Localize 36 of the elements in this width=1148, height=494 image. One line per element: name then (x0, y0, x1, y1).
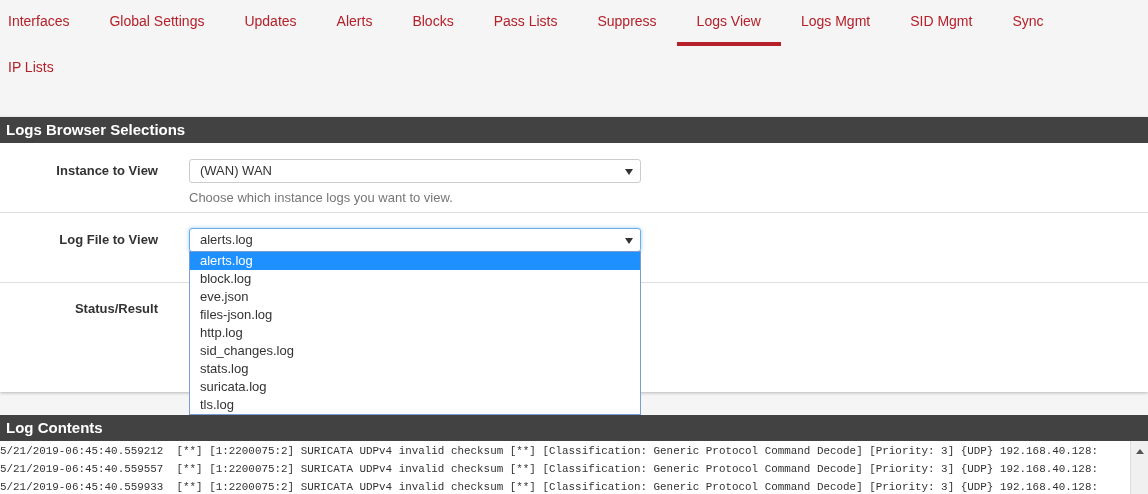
dropdown-option[interactable]: files-json.log (190, 306, 640, 324)
nav-tab[interactable]: Global Settings (89, 0, 225, 46)
scroll-up-icon[interactable] (1135, 449, 1144, 454)
help-text: Choose which instance logs you want to view. (189, 189, 454, 207)
dropdown-option[interactable]: block.log (190, 270, 640, 288)
nav-tab[interactable]: Alerts (316, 0, 393, 46)
log-line: 5/21/2019-06:45:40.559212 [**] [1:2200075:2] SURICATA UDPv4 invalid checksum [**] [Classification: Generic Protocol Command Decode] [Priority: 3] {UDP} 192.168.40.128: (0, 444, 1098, 459)
nav-tab[interactable]: Logs Mgmt (780, 0, 891, 46)
nav-tab[interactable]: Blocks (392, 0, 474, 46)
dropdown-option[interactable]: stats.log (190, 360, 640, 378)
dropdown-option[interactable]: eve.json (190, 288, 640, 306)
dropdown-option[interactable]: http.log (190, 324, 640, 342)
dropdown-option[interactable]: suricata.log (190, 378, 640, 396)
field-label: Instance to View (55, 162, 158, 180)
field-label: Log File to View (58, 231, 158, 249)
dropdown-option[interactable]: sid_changes.log (190, 342, 640, 360)
panel-header: Logs Browser Selections (0, 117, 1148, 143)
field-label: Status/Result (73, 300, 158, 318)
caret-icon (625, 169, 633, 175)
log-line: 5/21/2019-06:45:40.559557 [**] [1:2200075:2] SURICATA UDPv4 invalid checksum [**] [Classification: Generic Protocol Command Decode] [Priority: 3] {UDP} 192.168.40.128: (0, 462, 1098, 477)
log-line: 5/21/2019-06:45:40.559933 [**] [1:2200075:2] SURICATA UDPv4 invalid checksum [**] [Classification: Generic Protocol Command Decode] [Priority: 3] {UDP} 192.168.40.128: (0, 480, 1098, 494)
nav-tab[interactable]: SID Mgmt (890, 0, 993, 46)
nav-tab[interactable]: Suppress (577, 0, 677, 46)
dropdown-option[interactable]: tls.log (190, 396, 640, 414)
panel-header: Log Contents (0, 415, 1148, 441)
dropdown-option[interactable]: alerts.log (190, 252, 640, 270)
nav-tab[interactable]: Updates (224, 0, 317, 46)
nav-tab[interactable]: Sync (992, 0, 1064, 46)
nav-tab[interactable]: Pass Lists (473, 0, 578, 46)
instance-select[interactable]: (WAN) WAN (189, 159, 641, 183)
scrollbar[interactable] (1130, 441, 1148, 494)
nav-tab[interactable]: IP Lists (0, 46, 74, 92)
caret-icon (625, 238, 633, 244)
nav-tab[interactable]: Logs View (676, 0, 781, 46)
log-file-select[interactable]: alerts.log (189, 228, 641, 252)
nav-tab[interactable]: Interfaces (0, 0, 90, 46)
